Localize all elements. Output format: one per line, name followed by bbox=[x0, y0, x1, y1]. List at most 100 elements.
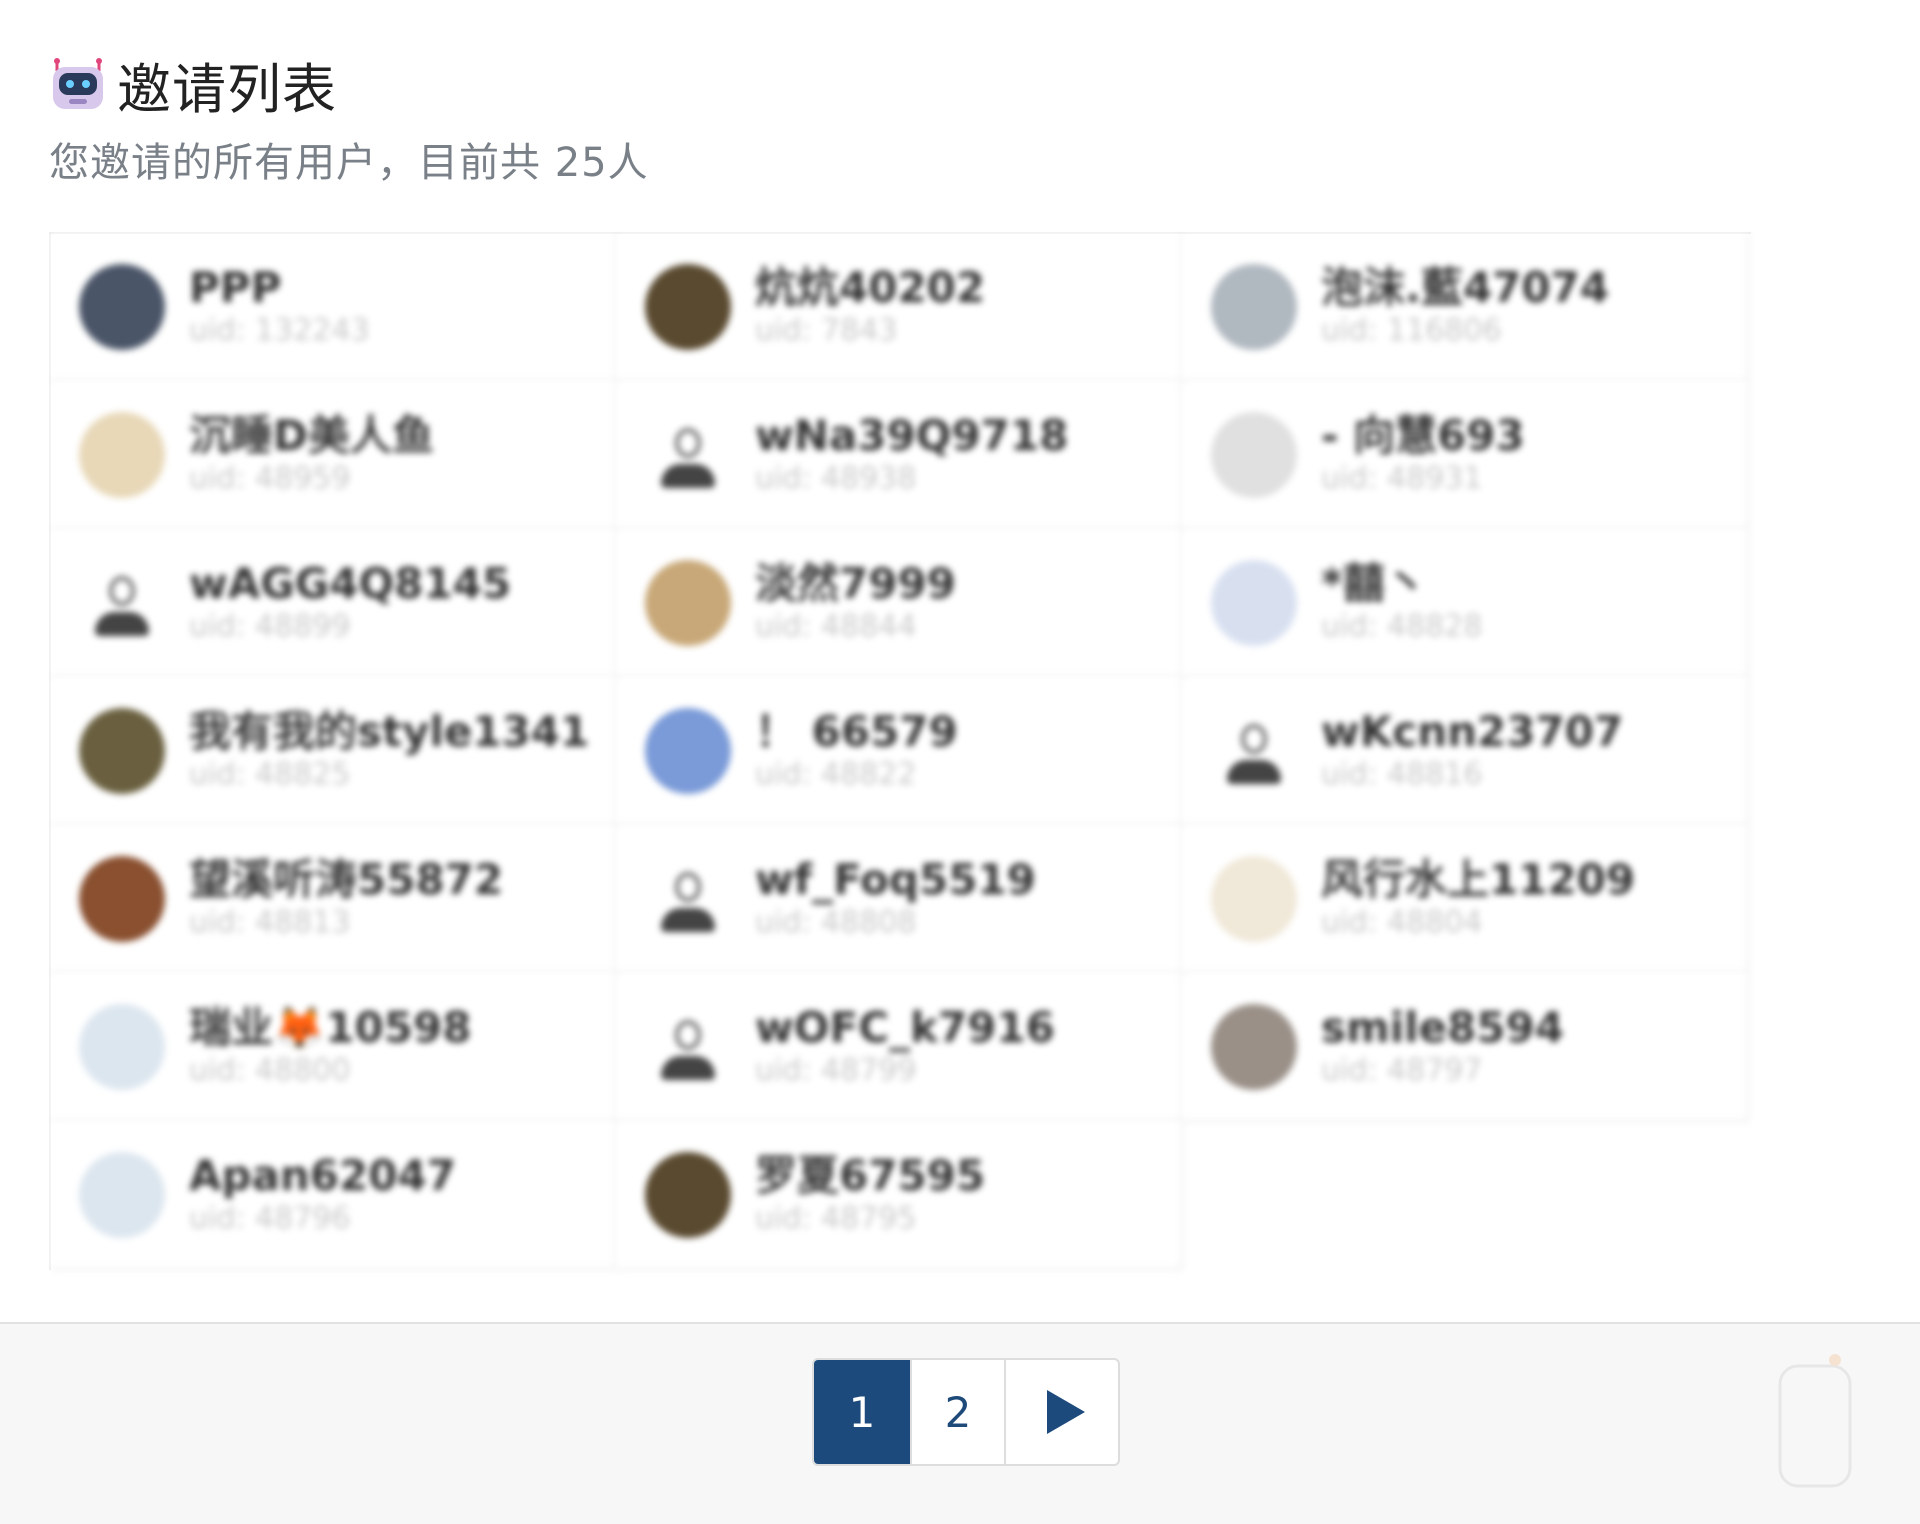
avatar bbox=[1211, 264, 1297, 350]
user-uid: uid: 48808 bbox=[755, 905, 917, 940]
default-user-icon bbox=[645, 856, 731, 942]
invite-card[interactable]: wf_Foq5519 uid: 48808 bbox=[617, 826, 1183, 974]
user-uid: uid: 48825 bbox=[189, 757, 351, 792]
user-uid: uid: 48931 bbox=[1321, 461, 1483, 496]
robot-icon bbox=[49, 55, 107, 113]
default-user-icon bbox=[1211, 708, 1297, 794]
invite-card[interactable]: Apan62047 uid: 48796 bbox=[51, 1122, 617, 1270]
user-uid: uid: 48899 bbox=[189, 609, 351, 644]
invite-card-text: 我有我的style1341 uid: 48825 bbox=[189, 708, 589, 794]
user-name: 沉睡D美人鱼 bbox=[189, 411, 434, 460]
user-name: 我有我的style1341 bbox=[189, 707, 590, 756]
invite-card-text: *囍丶 uid: 48828 bbox=[1321, 560, 1482, 646]
invite-grid: PPP uid: 132243 炕炕40202 uid: 7843 泡沫.藍47074 u… bbox=[49, 232, 1751, 1270]
user-uid: uid: 48799 bbox=[755, 1053, 917, 1088]
invite-card-text: 风行水上11209 uid: 48804 bbox=[1321, 856, 1635, 942]
invite-card-text: 望溪听涛55872 uid: 48813 bbox=[189, 856, 503, 942]
user-uid: uid: 48813 bbox=[189, 905, 351, 940]
avatar bbox=[79, 264, 165, 350]
page-title: 邀请列表 bbox=[117, 57, 337, 121]
user-name: *囍丶 bbox=[1321, 559, 1427, 608]
invite-card[interactable]: wAGG4Q8145 uid: 48899 bbox=[51, 530, 617, 678]
avatar bbox=[1211, 856, 1297, 942]
user-uid: uid: 48844 bbox=[755, 609, 917, 644]
user-uid: uid: 48800 bbox=[189, 1053, 351, 1088]
invite-card-text: PPP uid: 132243 bbox=[189, 264, 370, 350]
user-uid: uid: 48795 bbox=[755, 1201, 917, 1236]
user-name: wKcnn23707 bbox=[1321, 707, 1624, 756]
avatar bbox=[645, 560, 731, 646]
invite-card[interactable]: ！ 66579 uid: 48822 bbox=[617, 678, 1183, 826]
invite-card-text: wNa39Q9718 uid: 48938 bbox=[755, 412, 1068, 498]
user-uid: uid: 48816 bbox=[1321, 757, 1483, 792]
user-name: 瑞业🦊10598 bbox=[189, 1003, 472, 1052]
user-name: 淡然7999 bbox=[755, 559, 956, 608]
invite-card[interactable]: 淡然7999 uid: 48844 bbox=[617, 530, 1183, 678]
invite-card-text: Apan62047 uid: 48796 bbox=[189, 1152, 456, 1238]
avatar bbox=[645, 264, 731, 350]
user-uid: uid: 48822 bbox=[755, 757, 917, 792]
invite-card[interactable]: wKcnn23707 uid: 48816 bbox=[1183, 678, 1749, 826]
user-uid: uid: 7843 bbox=[755, 313, 898, 348]
avatar bbox=[1211, 560, 1297, 646]
invite-card[interactable]: 沉睡D美人鱼 uid: 48959 bbox=[51, 382, 617, 530]
default-user-icon bbox=[79, 560, 165, 646]
user-uid: uid: 48796 bbox=[189, 1201, 351, 1236]
user-uid: uid: 48828 bbox=[1321, 609, 1483, 644]
avatar bbox=[79, 1004, 165, 1090]
avatar bbox=[79, 1152, 165, 1238]
invite-card-text: wOFC_k7916 uid: 48799 bbox=[755, 1004, 1055, 1090]
play-arrow-icon bbox=[1047, 1390, 1085, 1434]
invite-card-text: 瑞业🦊10598 uid: 48800 bbox=[189, 1004, 471, 1090]
user-name: Apan62047 bbox=[189, 1151, 456, 1200]
user-uid: uid: 48804 bbox=[1321, 905, 1483, 940]
invite-card-text: 泡沫.藍47074 uid: 116806 bbox=[1321, 264, 1609, 350]
invite-card[interactable]: 风行水上11209 uid: 48804 bbox=[1183, 826, 1749, 974]
invite-card[interactable]: 罗夏67595 uid: 48795 bbox=[617, 1122, 1183, 1270]
title-row: 邀请列表 bbox=[49, 52, 649, 121]
user-name: - 向慧693 bbox=[1321, 411, 1525, 460]
user-name: 炕炕40202 bbox=[755, 263, 986, 312]
page-button-1[interactable]: 1 bbox=[814, 1360, 912, 1464]
invite-card[interactable]: wNa39Q9718 uid: 48938 bbox=[617, 382, 1183, 530]
invite-card-text: 沉睡D美人鱼 uid: 48959 bbox=[189, 412, 434, 498]
invite-card[interactable]: 炕炕40202 uid: 7843 bbox=[617, 234, 1183, 382]
invite-card[interactable]: PPP uid: 132243 bbox=[51, 234, 617, 382]
next-page-button[interactable] bbox=[1006, 1360, 1118, 1464]
avatar bbox=[79, 708, 165, 794]
user-name: 泡沫.藍47074 bbox=[1321, 263, 1610, 312]
user-uid: uid: 48959 bbox=[189, 461, 351, 496]
user-name: wAGG4Q8145 bbox=[189, 559, 512, 608]
invite-card[interactable]: 泡沫.藍47074 uid: 116806 bbox=[1183, 234, 1749, 382]
user-uid: uid: 48938 bbox=[755, 461, 917, 496]
invite-card-text: wAGG4Q8145 uid: 48899 bbox=[189, 560, 511, 646]
invite-card[interactable]: *囍丶 uid: 48828 bbox=[1183, 530, 1749, 678]
avatar bbox=[645, 1152, 731, 1238]
invite-card[interactable]: 我有我的style1341 uid: 48825 bbox=[51, 678, 617, 826]
page-button-2[interactable]: 2 bbox=[912, 1360, 1006, 1464]
invite-card-text: ！ 66579 uid: 48822 bbox=[755, 708, 958, 794]
user-name: wNa39Q9718 bbox=[755, 411, 1069, 460]
avatar bbox=[645, 708, 731, 794]
user-uid: uid: 132243 bbox=[189, 313, 370, 348]
user-name: PPP bbox=[189, 263, 282, 312]
user-name: ！ 66579 bbox=[755, 707, 958, 756]
invite-card-text: wKcnn23707 uid: 48816 bbox=[1321, 708, 1623, 794]
user-uid: uid: 48797 bbox=[1321, 1053, 1483, 1088]
pagination: 1 2 bbox=[812, 1358, 1120, 1466]
avatar bbox=[1211, 412, 1297, 498]
invite-card[interactable]: wOFC_k7916 uid: 48799 bbox=[617, 974, 1183, 1122]
invite-card[interactable]: 望溪听涛55872 uid: 48813 bbox=[51, 826, 617, 974]
avatar bbox=[79, 856, 165, 942]
user-name: 罗夏67595 bbox=[755, 1151, 986, 1200]
default-user-icon bbox=[645, 1004, 731, 1090]
invite-card-text: wf_Foq5519 uid: 48808 bbox=[755, 856, 1036, 942]
user-name: wf_Foq5519 bbox=[755, 855, 1036, 904]
invite-card[interactable]: - 向慧693 uid: 48931 bbox=[1183, 382, 1749, 530]
invite-card[interactable]: smile8594 uid: 48797 bbox=[1183, 974, 1749, 1122]
invite-card[interactable]: 瑞业🦊10598 uid: 48800 bbox=[51, 974, 617, 1122]
avatar bbox=[1211, 1004, 1297, 1090]
decoration-icon bbox=[1778, 1354, 1852, 1488]
avatar bbox=[79, 412, 165, 498]
user-uid: uid: 116806 bbox=[1321, 313, 1502, 348]
